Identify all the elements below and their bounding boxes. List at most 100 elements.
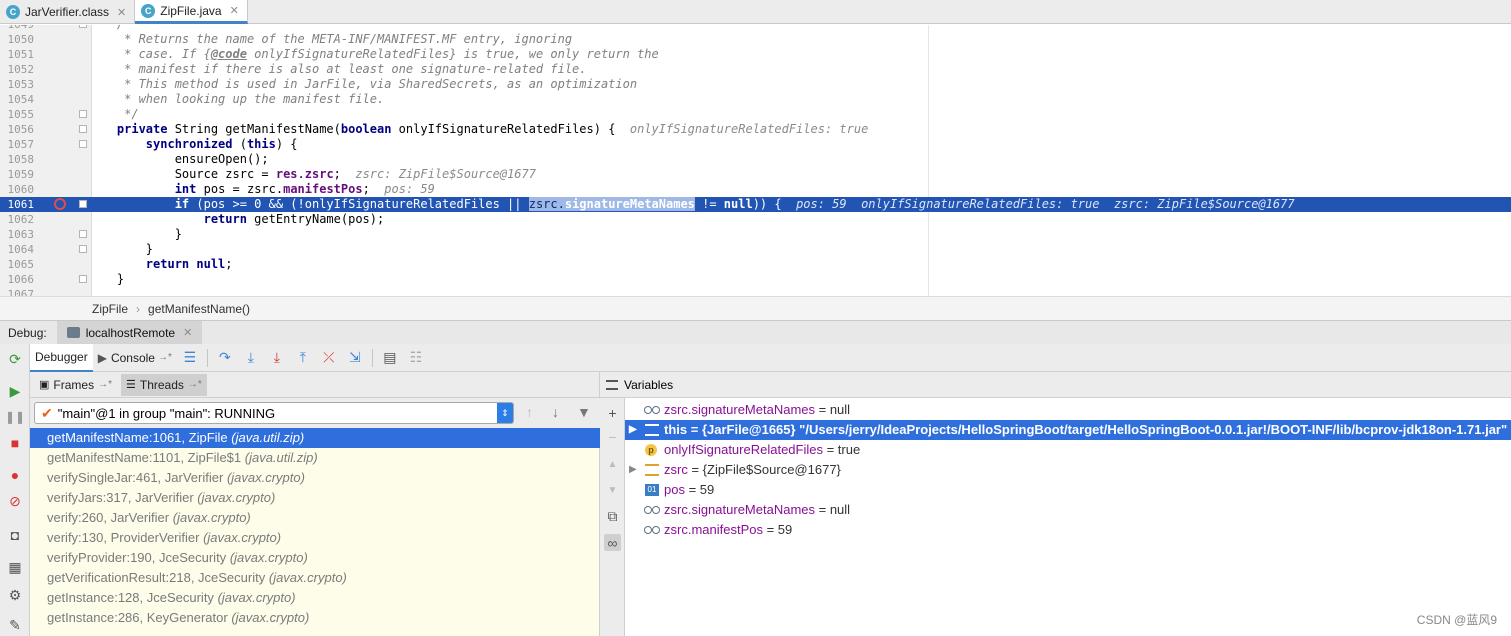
trace-stream-icon[interactable]: ☷ (405, 347, 427, 369)
copy-icon[interactable]: ⧉ (604, 508, 621, 525)
code-line[interactable]: 1053 * This method is used in JarFile, v… (0, 77, 1511, 92)
code-line[interactable]: 1067 (0, 287, 1511, 296)
resume-icon[interactable]: ▶ (6, 382, 24, 400)
arrow-down-icon[interactable]: ↓ (552, 404, 559, 420)
variable-row[interactable]: 01 pos = 59 (625, 480, 1511, 500)
chevron-down-icon[interactable]: ⇕ (497, 403, 513, 423)
variable-row[interactable]: zsrc.signatureMetaNames = null (625, 500, 1511, 520)
line-number[interactable]: 1057 (0, 137, 35, 152)
code-line[interactable]: 1056 private String getManifestName(bool… (0, 122, 1511, 137)
breadcrumb-class[interactable]: ZipFile (92, 302, 128, 316)
move-up-icon[interactable]: ▲ (604, 456, 621, 473)
fold-marker-icon[interactable] (79, 245, 87, 253)
show-watches-icon[interactable]: ∞ (604, 534, 621, 551)
line-number[interactable]: 1054 (0, 92, 35, 107)
add-watch-icon[interactable]: + (604, 404, 621, 421)
stack-frame-item[interactable]: verify:130, ProviderVerifier (javax.cryp… (30, 528, 600, 548)
line-number[interactable]: 1056 (0, 122, 35, 137)
code-text[interactable]: int pos = zsrc.manifestPos; pos: 59 (88, 182, 435, 197)
code-line[interactable]: 1062 return getEntryName(pos); (0, 212, 1511, 227)
pause-icon[interactable]: ❚❚ (5, 408, 25, 426)
fold-marker-icon[interactable] (79, 230, 87, 238)
stack-frame-item[interactable]: verifyJars:317, JarVerifier (javax.crypt… (30, 488, 600, 508)
code-text[interactable]: * Returns the name of the META-INF/MANIF… (88, 32, 572, 47)
code-line[interactable]: 1059 Source zsrc = res.zsrc; zsrc: ZipFi… (0, 167, 1511, 182)
evaluate-expression-icon[interactable]: ▤ (379, 347, 401, 369)
breadcrumb-method[interactable]: getManifestName() (148, 302, 250, 316)
drop-frame-icon[interactable]: ⤫ (318, 347, 340, 369)
code-text[interactable]: * manifest if there is also at least one… (88, 62, 586, 77)
fold-marker-icon[interactable] (79, 110, 87, 118)
close-icon[interactable]: ✕ (230, 4, 239, 17)
code-editor[interactable]: 1049 /**1050 * Returns the name of the M… (0, 25, 1511, 296)
code-line[interactable]: 1066 } (0, 272, 1511, 287)
line-number[interactable]: 1064 (0, 242, 35, 257)
code-line[interactable]: 1057 synchronized (this) { (0, 137, 1511, 152)
fold-marker-icon[interactable] (79, 275, 87, 283)
variable-row[interactable]: zsrc.manifestPos = 59 (625, 520, 1511, 540)
code-line[interactable]: 1058 ensureOpen(); (0, 152, 1511, 167)
stack-frame-item[interactable]: getInstance:128, JceSecurity (javax.cryp… (30, 588, 600, 608)
mute-breakpoints-icon[interactable]: ⊘ (6, 492, 24, 510)
stop-icon[interactable]: ■ (6, 434, 24, 452)
line-number[interactable]: 1059 (0, 167, 35, 182)
code-line[interactable]: 1055 */ (0, 107, 1511, 122)
tab-console[interactable]: ▶ Console →* (93, 344, 177, 372)
code-line[interactable]: 1060 int pos = zsrc.manifestPos; pos: 59 (0, 182, 1511, 197)
variable-row[interactable]: ▶ zsrc = {ZipFile$Source@1677} (625, 460, 1511, 480)
stack-frame-item[interactable]: getManifestName:1061, ZipFile (java.util… (30, 428, 600, 448)
code-text[interactable]: return null; (88, 257, 233, 272)
arrow-up-icon[interactable]: ↑ (526, 404, 533, 420)
filter-icon[interactable]: ▼ (577, 404, 591, 420)
camera-icon[interactable]: ◘ (6, 526, 24, 544)
line-number[interactable]: 1050 (0, 32, 35, 47)
code-text[interactable]: } (88, 227, 182, 242)
line-number[interactable]: 1061 (0, 197, 35, 212)
code-text[interactable]: * when looking up the manifest file. (88, 92, 384, 107)
stack-frame-item[interactable]: verifySingleJar:461, JarVerifier (javax.… (30, 468, 600, 488)
step-out-icon[interactable]: ⤒ (292, 347, 314, 369)
variable-row[interactable]: zsrc.signatureMetaNames = null (625, 400, 1511, 420)
variable-row[interactable]: ▶ this = {JarFile@1665} "/Users/jerry/Ide… (625, 420, 1511, 440)
code-line[interactable]: 1063 } (0, 227, 1511, 242)
code-text[interactable]: ensureOpen(); (88, 152, 269, 167)
close-icon[interactable]: ✕ (117, 6, 126, 19)
gear-icon[interactable]: ⚙ (6, 586, 24, 604)
code-line[interactable]: 1051 * case. If {@code onlyIfSignatureRe… (0, 47, 1511, 62)
code-text[interactable]: */ (88, 107, 138, 122)
code-text[interactable]: return getEntryName(pos); (88, 212, 385, 227)
code-line[interactable]: 1052 * manifest if there is also at leas… (0, 62, 1511, 77)
step-over-icon[interactable]: ↷ (214, 347, 236, 369)
stack-frame-item[interactable]: getInstance:286, KeyGenerator (javax.cry… (30, 608, 600, 628)
code-text[interactable]: Source zsrc = res.zsrc; zsrc: ZipFile$So… (88, 167, 536, 182)
close-icon[interactable]: ✕ (183, 326, 192, 339)
fold-marker-icon[interactable] (79, 25, 87, 28)
line-number[interactable]: 1049 (0, 25, 35, 32)
expand-arrow-icon[interactable]: ▶ (629, 420, 637, 440)
run-config-tab[interactable]: localhostRemote ✕ (56, 320, 203, 345)
fold-marker-icon[interactable] (79, 200, 87, 208)
editor-tab[interactable]: C ZipFile.java ✕ (135, 0, 248, 24)
fold-marker-icon[interactable] (79, 140, 87, 148)
move-down-icon[interactable]: ▼ (604, 482, 621, 499)
stack-frame-item[interactable]: getVerificationResult:218, JceSecurity (… (30, 568, 600, 588)
code-text[interactable]: * This method is used in JarFile, via Sh… (88, 77, 637, 92)
rerun-icon[interactable]: ⟳ (6, 350, 24, 368)
view-breakpoints-icon[interactable]: ● (6, 466, 24, 484)
code-line[interactable]: 1050 * Returns the name of the META-INF/… (0, 32, 1511, 47)
code-text[interactable]: } (88, 272, 124, 287)
tab-frames[interactable]: ▣ Frames →* (34, 374, 117, 396)
force-step-into-icon[interactable]: ⤓ (266, 347, 288, 369)
editor-tab[interactable]: C JarVerifier.class ✕ (0, 0, 136, 24)
fold-marker-icon[interactable] (79, 125, 87, 133)
code-text[interactable]: if (pos >= 0 && (!onlyIfSignatureRelated… (88, 197, 1295, 212)
pin-icon[interactable]: ✎ (6, 616, 24, 634)
thread-dropdown[interactable]: ✔ "main"@1 in group "main": RUNNING ⇕ (34, 402, 514, 424)
line-number[interactable]: 1052 (0, 62, 35, 77)
code-text[interactable]: } (88, 242, 153, 257)
run-to-cursor-icon[interactable]: ⇲ (344, 347, 366, 369)
line-number[interactable]: 1058 (0, 152, 35, 167)
layout-icon[interactable]: ▦ (6, 558, 24, 576)
tab-debugger[interactable]: Debugger (30, 343, 93, 372)
code-line[interactable]: 1065 return null; (0, 257, 1511, 272)
